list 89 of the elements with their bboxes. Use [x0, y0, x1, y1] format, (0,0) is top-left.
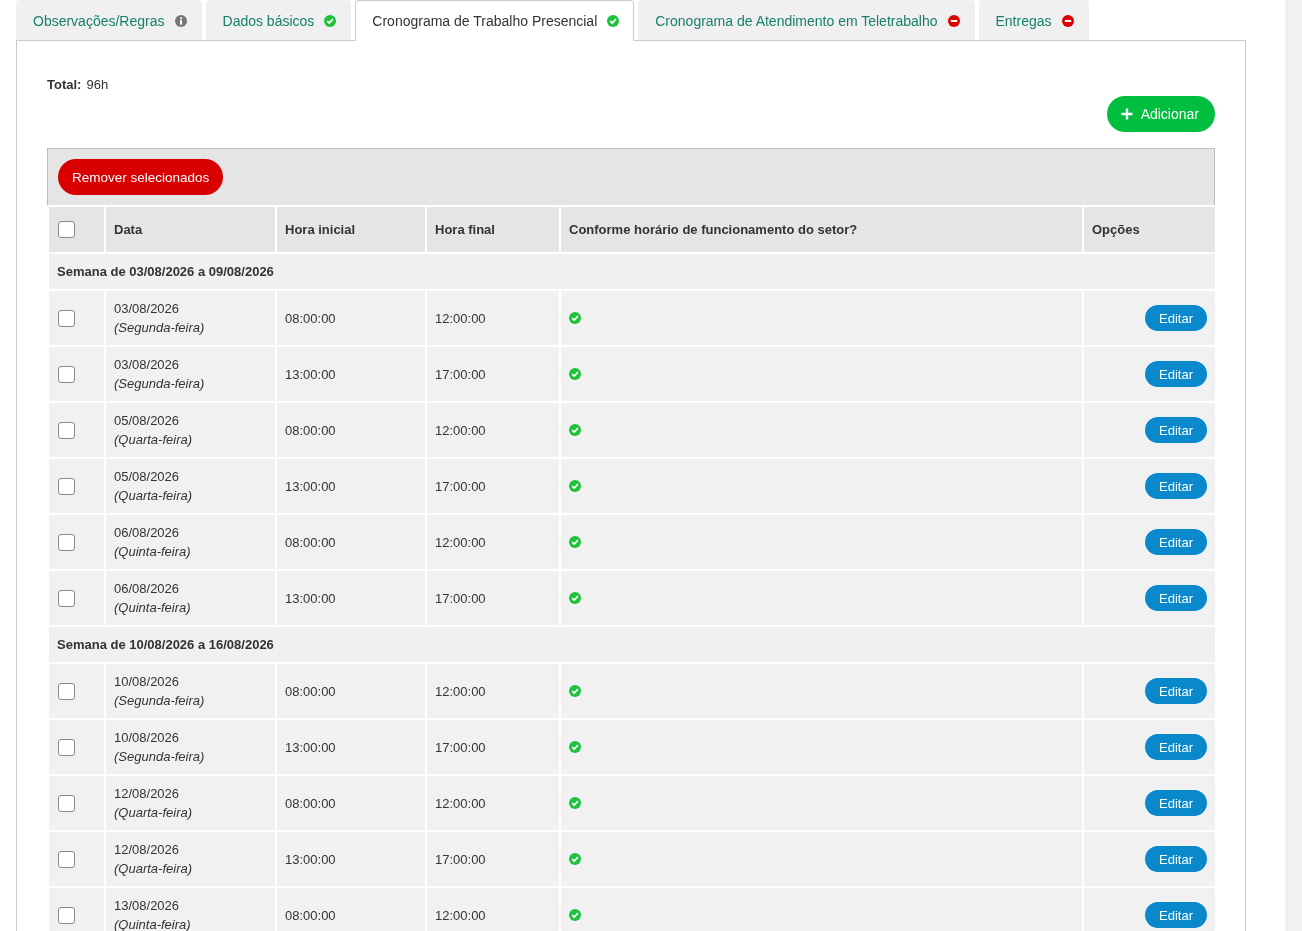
weekday-text: (Quinta-feira): [114, 599, 192, 617]
column-header: Data: [105, 206, 276, 253]
weekday-text: (Quinta-feira): [114, 543, 192, 561]
total-label: Total:: [47, 77, 82, 93]
date-text: 13/08/2026: [114, 897, 181, 915]
table-cell: 08:00:00: [276, 887, 426, 931]
row-checkbox[interactable]: [58, 850, 75, 868]
edit-button[interactable]: Editar: [1145, 734, 1207, 760]
check-circle-icon: [607, 15, 620, 27]
weekday-text: (Segunda-feira): [114, 748, 206, 766]
weekday-text: (Segunda-feira): [114, 692, 206, 710]
table-cell: 08:00:00: [276, 775, 426, 831]
minus-circle-icon: [1061, 14, 1074, 27]
weekday-text: (Quarta-feira): [114, 487, 194, 505]
week-group-header: Semana de 03/08/2026 a 09/08/2026: [48, 253, 1216, 290]
row-checkbox[interactable]: [58, 682, 75, 700]
row-checkbox[interactable]: [58, 533, 75, 551]
edit-button[interactable]: Editar: [1145, 846, 1207, 872]
date-text: 06/08/2026: [114, 524, 181, 542]
date-text: 12/08/2026: [114, 841, 181, 859]
column-header: Hora inicial: [276, 206, 426, 253]
edit-button[interactable]: Editar: [1145, 361, 1207, 387]
edit-button[interactable]: Editar: [1145, 678, 1207, 704]
row-checkbox[interactable]: [58, 421, 75, 439]
minus-circle-icon: [947, 14, 960, 27]
tab[interactable]: Cronograma de Trabalho Presencial: [355, 0, 635, 41]
table-cell: 12:00:00: [426, 290, 560, 346]
info-icon: [174, 14, 187, 27]
select-all-checkbox[interactable]: [58, 221, 75, 238]
table-cell: 08:00:00: [276, 402, 426, 458]
table-cell: 17:00:00: [426, 458, 560, 514]
edit-button[interactable]: Editar: [1145, 529, 1207, 555]
row-checkbox[interactable]: [58, 477, 75, 495]
edit-button[interactable]: Editar: [1145, 585, 1207, 611]
table-cell: 17:00:00: [426, 346, 560, 402]
date-text: 06/08/2026: [114, 580, 181, 598]
table-cell: 12:00:00: [426, 887, 560, 931]
weekday-text: (Quarta-feira): [114, 860, 194, 878]
remove-selected-button[interactable]: Remover selecionados: [58, 159, 224, 195]
table-cell: 08:00:00: [276, 290, 426, 346]
edit-button[interactable]: Editar: [1145, 305, 1207, 331]
table-cell: 13:00:00: [276, 346, 426, 402]
row-checkbox[interactable]: [58, 794, 75, 812]
row-checkbox[interactable]: [58, 589, 75, 607]
date-text: 10/08/2026: [114, 673, 181, 691]
total-value: 96h: [86, 77, 109, 93]
weekday-text: (Quarta-feira): [114, 804, 194, 822]
table-cell: 17:00:00: [426, 570, 560, 626]
edit-button[interactable]: Editar: [1145, 902, 1207, 928]
table-cell: 13:00:00: [276, 719, 426, 775]
table-cell: 17:00:00: [426, 831, 560, 887]
table-cell: 13:00:00: [276, 831, 426, 887]
date-text: 05/08/2026: [114, 468, 181, 486]
column-header: Opções: [1083, 206, 1216, 253]
table-cell: 12:00:00: [426, 775, 560, 831]
column-header: Conforme horário de funcionamento do setor?: [560, 206, 1083, 253]
table-cell: 12:00:00: [426, 402, 560, 458]
tab[interactable]: Observações/Regras: [16, 0, 202, 40]
edit-button[interactable]: Editar: [1145, 790, 1207, 816]
date-text: 05/08/2026: [114, 412, 181, 430]
table-cell: 17:00:00: [426, 719, 560, 775]
weekday-text: (Segunda-feira): [114, 319, 206, 337]
weekday-text: (Segunda-feira): [114, 375, 206, 393]
table-cell: 13:00:00: [276, 458, 426, 514]
row-checkbox[interactable]: [58, 738, 75, 756]
edit-button[interactable]: Editar: [1145, 473, 1207, 499]
table-cell: 08:00:00: [276, 514, 426, 570]
row-checkbox[interactable]: [58, 365, 75, 383]
tab[interactable]: Cronograma de Atendimento em Teletrabalho: [638, 0, 975, 40]
table-cell: 08:00:00: [276, 663, 426, 719]
tab[interactable]: Dados básicos: [205, 0, 352, 40]
row-checkbox[interactable]: [58, 309, 75, 327]
add-button[interactable]: Adicionar: [1106, 96, 1215, 132]
week-group-header: Semana de 10/08/2026 a 16/08/2026: [48, 626, 1216, 663]
row-checkbox[interactable]: [58, 906, 75, 924]
date-text: 03/08/2026: [114, 356, 181, 374]
table-cell: 12:00:00: [426, 514, 560, 570]
weekday-text: (Quinta-feira): [114, 916, 192, 931]
column-header: Hora final: [426, 206, 560, 253]
weekday-text: (Quarta-feira): [114, 431, 194, 449]
table-cell: 13:00:00: [276, 570, 426, 626]
date-text: 10/08/2026: [114, 729, 181, 747]
table-cell: 12:00:00: [426, 663, 560, 719]
tab[interactable]: Entregas: [978, 0, 1089, 40]
check-circle-icon: [324, 14, 337, 27]
date-text: 03/08/2026: [114, 300, 181, 318]
date-text: 12/08/2026: [114, 785, 181, 803]
edit-button[interactable]: Editar: [1145, 417, 1207, 443]
plus-icon: [1120, 108, 1133, 120]
